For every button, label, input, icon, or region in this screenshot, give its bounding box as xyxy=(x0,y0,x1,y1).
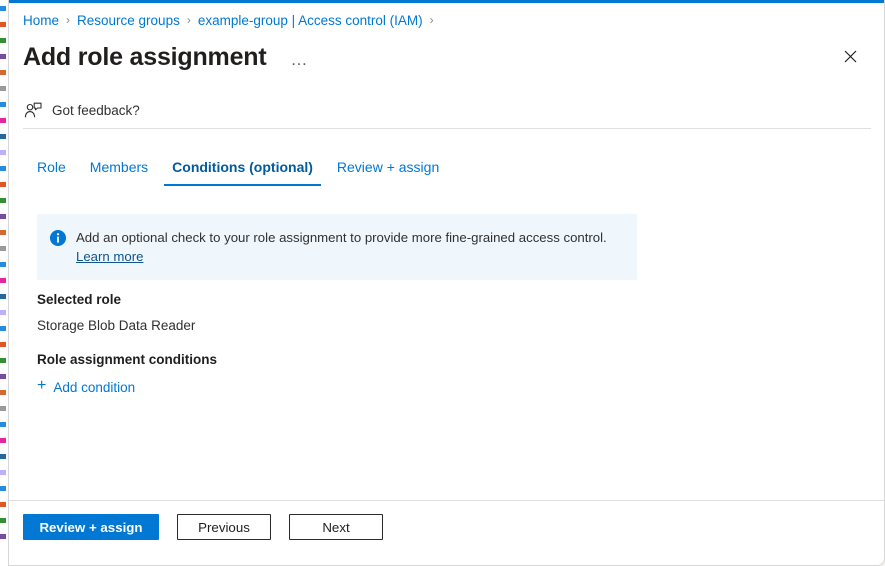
breadcrumb-item-resource-groups[interactable]: Resource groups xyxy=(77,13,180,28)
breadcrumb-separator-icon: › xyxy=(66,13,71,27)
ellipsis-icon[interactable]: … xyxy=(284,47,314,72)
feedback-person-icon xyxy=(23,101,43,119)
review-assign-button[interactable]: Review + assign xyxy=(23,514,159,540)
title-row: Add role assignment … xyxy=(23,36,870,78)
next-button[interactable]: Next xyxy=(289,514,383,540)
selected-role-value: Storage Blob Data Reader xyxy=(37,318,196,333)
plus-icon: + xyxy=(37,377,47,394)
wizard-tabs: Role Members Conditions (optional) Revie… xyxy=(25,152,451,186)
add-condition-label: Add condition xyxy=(53,379,136,395)
info-banner: Add an optional check to your role assig… xyxy=(37,214,637,280)
role-assignment-conditions-heading: Role assignment conditions xyxy=(37,352,218,367)
header-divider xyxy=(23,128,871,129)
blade-accent-bar xyxy=(9,0,884,3)
conditions-content: Selected role Storage Blob Data Reader R… xyxy=(37,292,737,395)
info-banner-message: Add an optional check to your role assig… xyxy=(76,230,607,245)
got-feedback-label: Got feedback? xyxy=(52,102,140,118)
breadcrumb-separator-icon: › xyxy=(429,13,434,27)
footer-divider xyxy=(9,500,884,501)
footer-actions: Review + assign Previous Next xyxy=(23,514,383,540)
tab-conditions[interactable]: Conditions (optional) xyxy=(160,158,325,186)
breadcrumb-item-home[interactable]: Home xyxy=(23,13,59,28)
close-icon[interactable] xyxy=(834,40,866,72)
learn-more-link[interactable]: Learn more xyxy=(76,249,143,264)
add-role-assignment-blade: Home › Resource groups › example-group |… xyxy=(8,0,885,566)
info-circle-icon xyxy=(50,230,66,246)
tab-role[interactable]: Role xyxy=(25,158,78,186)
tab-review-assign[interactable]: Review + assign xyxy=(325,158,451,186)
breadcrumb: Home › Resource groups › example-group |… xyxy=(23,10,441,30)
info-banner-text: Add an optional check to your role assig… xyxy=(76,228,611,266)
got-feedback-button[interactable]: Got feedback? xyxy=(23,96,140,124)
previous-button[interactable]: Previous xyxy=(177,514,271,540)
tab-members[interactable]: Members xyxy=(78,158,160,186)
breadcrumb-separator-icon: › xyxy=(186,13,191,27)
page-title: Add role assignment xyxy=(23,42,267,71)
portal-root: Home › Resource groups › example-group |… xyxy=(0,0,885,566)
breadcrumb-item-example-group-iam[interactable]: example-group | Access control (IAM) xyxy=(198,13,423,28)
selected-role-heading: Selected role xyxy=(37,292,122,307)
add-condition-button[interactable]: + Add condition xyxy=(37,377,136,395)
